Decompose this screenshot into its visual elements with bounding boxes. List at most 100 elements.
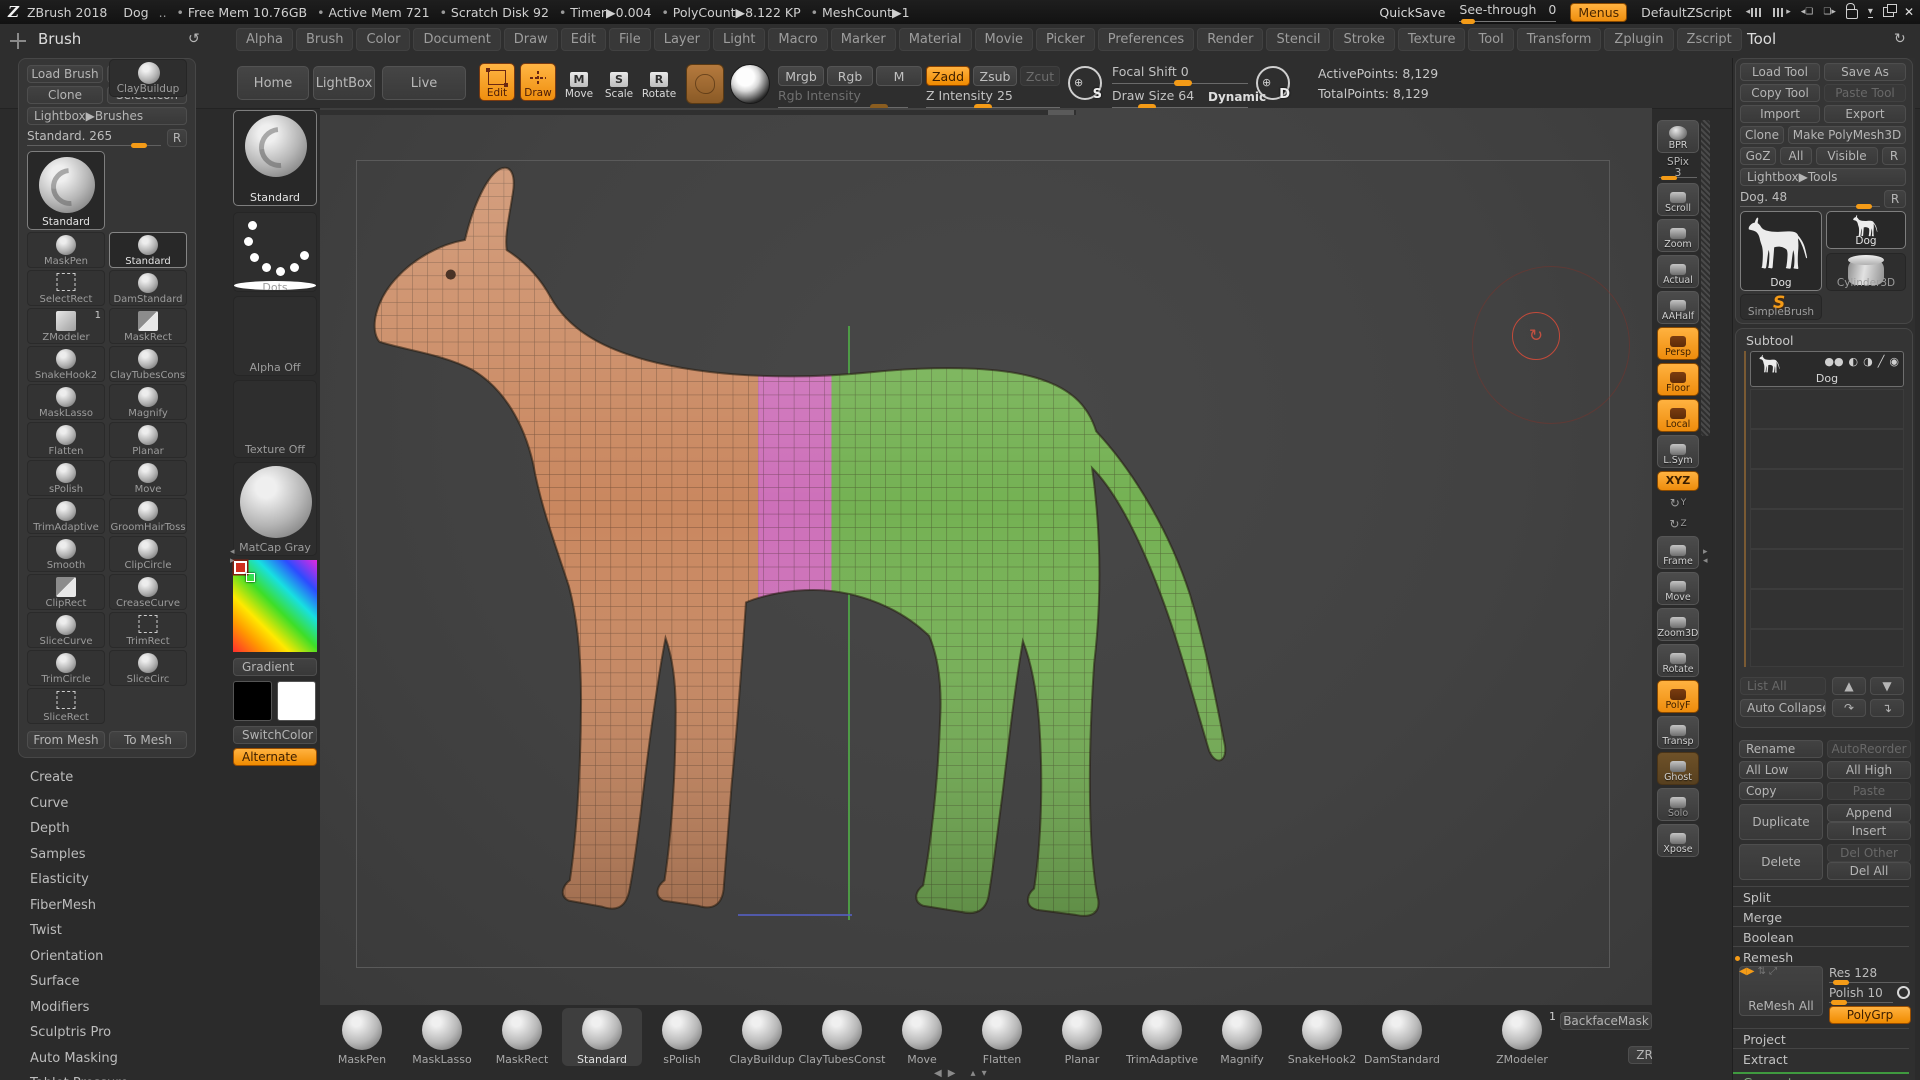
stroke-indicator-icon[interactable]: ⊕ S [1068,66,1102,102]
subtool-empty-slot[interactable] [1750,469,1904,509]
menus-button[interactable]: Menus [1570,2,1628,22]
visibility-eye-icon[interactable]: ◉ [1889,355,1899,368]
save-as-tool-button[interactable]: Save As [1824,63,1906,81]
goz-r-button[interactable]: R [1882,147,1906,165]
aa-half-icon[interactable]: AAHalf [1657,291,1699,324]
brush-tile[interactable]: GroomHairToss [109,498,187,534]
tray-brush-item[interactable]: Move [882,1008,962,1066]
restore-icon[interactable] [1882,4,1897,17]
insert-button[interactable]: Insert [1827,822,1911,840]
m-toggle[interactable]: M [876,66,922,86]
subtool-item-dog[interactable]: ●● ◐ ◑ ╱ ◉ Dog [1750,351,1904,387]
duplicate-button[interactable]: Duplicate [1739,804,1823,840]
secondary-color-swatch[interactable] [277,681,316,721]
current-material-tile[interactable]: MatCap Gray [233,462,317,556]
brush-tile[interactable]: Move [109,460,187,496]
actual-size-icon[interactable]: Actual [1657,255,1699,288]
tool-thumb-simplebrush[interactable]: S SimpleBrush [1740,293,1822,320]
gradient-button[interactable]: Gradient [233,658,317,676]
menu-item[interactable]: File [608,28,651,51]
merge-section-header[interactable]: Merge [1733,906,1909,926]
remesh-section-header[interactable]: Remesh [1733,946,1909,966]
tray-brush-item[interactable]: SnakeHook2 [1282,1008,1362,1066]
paste-tool-button[interactable]: Paste Tool [1824,84,1906,102]
alternate-button[interactable]: Alternate [233,748,317,766]
menu-item[interactable]: Tool [1468,28,1514,51]
tray-scroll-arrows[interactable]: ◀▶ ▴▾ [934,1068,993,1079]
menu-item[interactable]: Zplugin [1604,28,1674,51]
menu-item[interactable]: Macro [768,28,828,51]
zoom3d-icon[interactable]: Zoom3D [1657,608,1699,641]
dog-model[interactable] [340,130,1380,975]
tray-brush-item[interactable]: TrimAdaptive [1122,1008,1202,1066]
menu-item[interactable]: Stroke [1333,28,1395,51]
menu-item[interactable]: Picker [1036,28,1095,51]
uv-map-icon[interactable]: ◐ [1849,355,1859,368]
perspective-grid-icon[interactable]: Persp [1657,327,1699,360]
import-button[interactable]: Import [1740,105,1820,123]
brush-tile[interactable]: TrimRect [109,612,187,648]
copy-subtool-button[interactable]: Copy [1739,782,1823,800]
tool-thumb-dog-small[interactable]: Dog [1826,211,1906,249]
color-picker[interactable] [233,560,317,652]
tray-brush-item[interactable]: ClayTubesConst [799,1008,885,1066]
delete-button[interactable]: Delete [1739,844,1823,880]
brush-palette-drag-icon[interactable] [10,33,26,49]
brush-tile[interactable]: Smooth [27,536,105,572]
from-mesh-button[interactable]: From Mesh [27,731,105,749]
list-all-button[interactable]: List All [1740,677,1826,695]
remesh-symmetry-icons[interactable]: ◀▶ ⇅ ⤢ [1739,966,1777,977]
subtool-empty-slot[interactable] [1750,549,1904,589]
brush-tile[interactable]: 1 ZModeler [27,308,105,344]
subpalette-header[interactable]: Twist [30,923,128,938]
menu-item[interactable]: Brush [295,28,354,51]
extract-section-header[interactable]: Extract [1733,1048,1909,1068]
focal-shift-slider[interactable]: Focal Shift 0 [1112,64,1248,86]
cascade-right-icon[interactable]: ❏▸ [1823,7,1836,17]
to-mesh-button[interactable]: To Mesh [109,731,187,749]
switch-color-button[interactable]: SwitchColor [233,726,317,744]
brush-tile[interactable]: SliceCirc [109,650,187,686]
rename-button[interactable]: Rename [1739,740,1823,758]
lightbox-brushes-button[interactable]: Lightbox▶Brushes [27,107,187,125]
close-icon[interactable]: ✕ [1904,5,1914,19]
lock-icon[interactable] [1845,3,1858,19]
menu-item[interactable]: Light [712,28,766,51]
cascade-left-icon[interactable]: ◂❏ [1801,7,1814,17]
subpalette-header[interactable]: Tablet Pressure [30,1076,128,1080]
tool-select-slider[interactable]: Dog. 48 [1740,190,1880,209]
frame-icon[interactable]: Frame [1657,536,1699,569]
floor-grid-icon[interactable]: Floor [1657,363,1699,396]
subpalette-header[interactable]: Orientation [30,949,128,964]
auto-collapse-button[interactable]: Auto Collapse [1740,699,1826,717]
brush-tile[interactable]: Standard [109,232,187,268]
current-texture-tile[interactable]: Texture Off [233,380,317,458]
subtool-demote-button[interactable]: ↴ [1870,699,1904,717]
brush-tile[interactable]: ClipCircle [109,536,187,572]
append-button[interactable]: Append [1827,804,1911,822]
menu-item[interactable]: Transform [1516,28,1602,51]
tool-panel-refresh-icon[interactable]: ↻ [1894,31,1906,47]
subtool-empty-slot[interactable] [1750,389,1904,429]
brush-tile[interactable]: MaskRect [109,308,187,344]
z-intensity-slider[interactable]: Z Intensity 25 [926,88,1060,110]
rotate-z-icon[interactable]: ↻ Z [1657,515,1699,533]
featured-brush-standard[interactable]: Standard [27,151,105,230]
rotate-icon[interactable]: Rotate [1657,644,1699,677]
divider-right-icon[interactable]: ▸ [1773,7,1791,17]
brush-tile[interactable]: ClayBuildup [109,59,187,97]
subpalette-header[interactable]: Create [30,770,128,785]
menu-item[interactable]: Movie [974,28,1033,51]
move-icon[interactable]: Move [1657,572,1699,605]
subpalette-header[interactable]: Sculptris Pro [30,1025,128,1040]
tray-brush-item[interactable]: MaskRect [482,1008,562,1066]
move-gizmo-button[interactable]: M Move [562,64,596,100]
subtool-title[interactable]: Subtool [1746,333,1793,348]
menu-item[interactable]: Color [356,28,411,51]
tray-brush-item[interactable]: sPolish [642,1008,722,1066]
tray-brush-item[interactable]: 1 ZModeler [1482,1008,1562,1066]
canvas-hscrollbar[interactable] [320,110,1076,115]
strip-scrollbar[interactable] [1701,120,1710,436]
menu-item[interactable]: Zscript [1676,28,1742,51]
bpr-render-icon[interactable]: BPR [1657,120,1699,153]
